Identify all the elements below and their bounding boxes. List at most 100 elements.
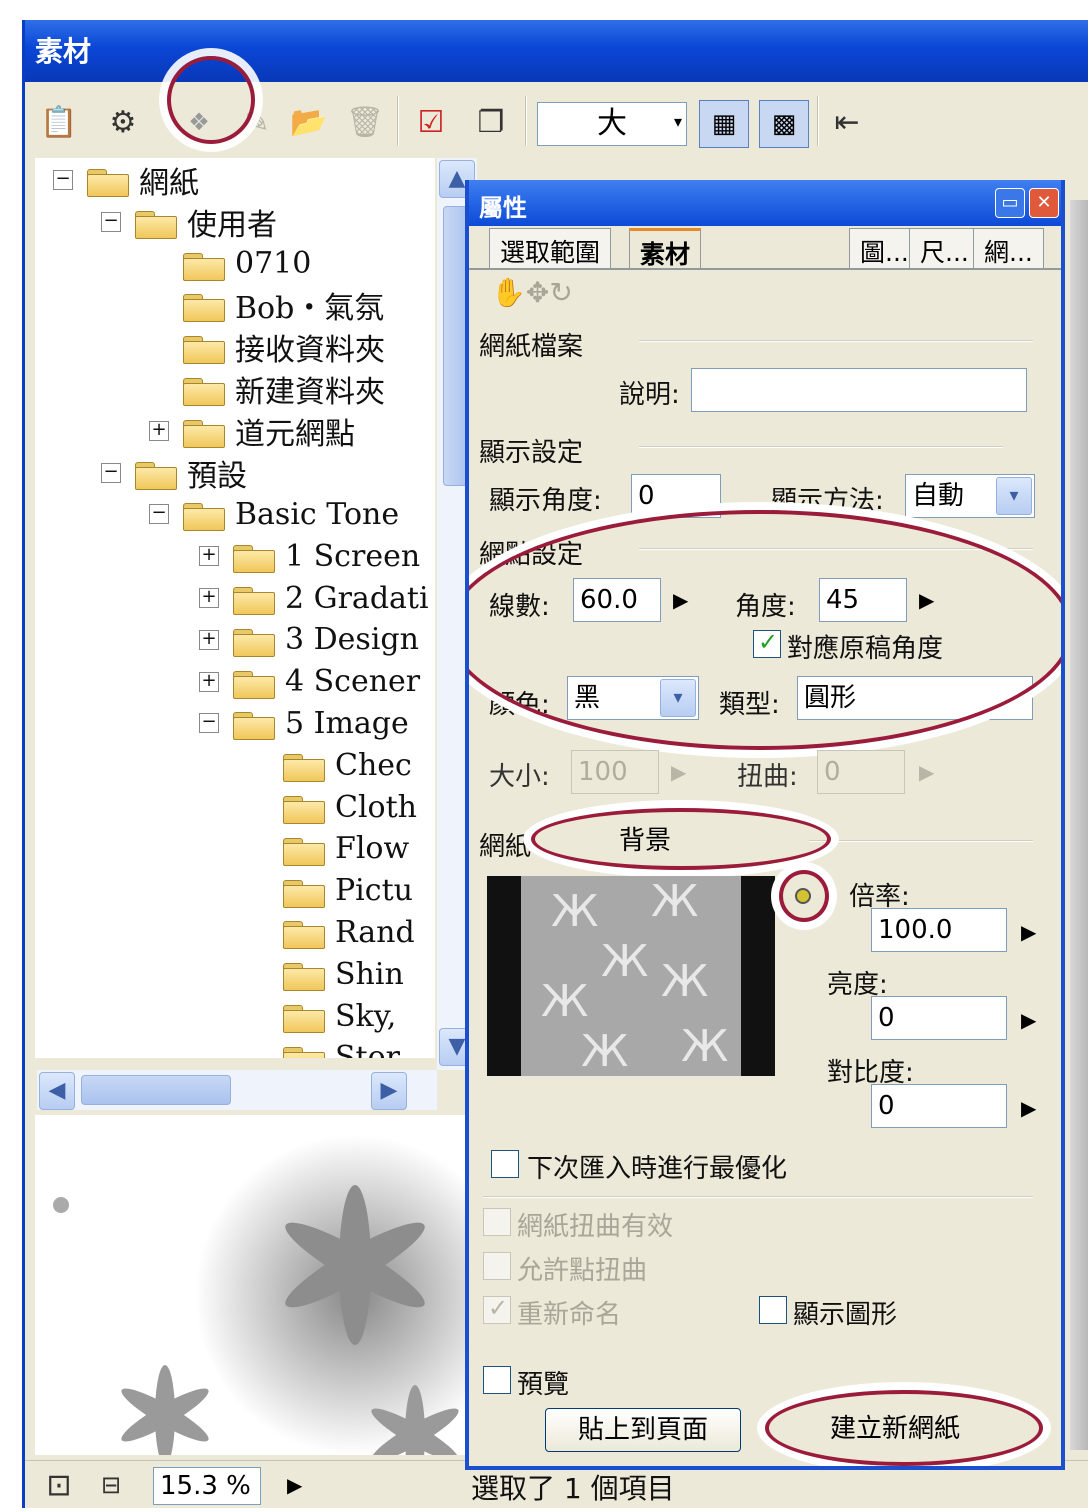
tree-horizontal-scrollbar[interactable]: ◀ ▶ bbox=[37, 1070, 437, 1110]
fit-icon[interactable]: ⊡ bbox=[39, 1465, 79, 1505]
tab-underline bbox=[469, 268, 1061, 270]
list-view-button[interactable]: ▦ bbox=[699, 100, 749, 148]
close-icon[interactable]: ✕ bbox=[1029, 188, 1059, 218]
check-icon[interactable]: ☑ bbox=[409, 100, 453, 144]
tree-item[interactable]: Rand bbox=[249, 912, 415, 952]
collapse-icon[interactable]: − bbox=[101, 462, 121, 483]
panel-toggle-icon[interactable]: ⇤ bbox=[825, 100, 869, 144]
transform-icons: ✋✥↻ bbox=[491, 276, 573, 309]
display-method-value: 自動 bbox=[912, 481, 965, 511]
delete-icon[interactable]: 🗑 bbox=[343, 100, 387, 144]
scroll-thumb-h[interactable] bbox=[81, 1075, 231, 1105]
tree-item-label: 1 Screen bbox=[285, 538, 421, 574]
tree-item[interactable]: 0710 bbox=[149, 244, 311, 284]
collapse-icon[interactable]: − bbox=[53, 170, 73, 190]
tree-item[interactable]: Shin bbox=[249, 954, 404, 994]
minimize-icon[interactable]: ▭ bbox=[995, 188, 1025, 218]
tree-item[interactable]: Bob・氣氛 bbox=[149, 285, 384, 326]
optimize-checkbox[interactable] bbox=[491, 1150, 519, 1178]
contrast-arrow-icon[interactable]: ▶ bbox=[1021, 1096, 1036, 1120]
tree-item-label: Pictu bbox=[335, 873, 413, 909]
toolbar-separator bbox=[525, 96, 527, 146]
tree-item[interactable]: 新建資料夾 bbox=[149, 369, 385, 410]
copy-icon[interactable]: ❐ bbox=[469, 100, 513, 144]
brightness-input[interactable]: 0 bbox=[871, 996, 1007, 1040]
display-method-select[interactable]: 自動 ▾ bbox=[905, 474, 1035, 518]
section-display: 顯示設定 bbox=[479, 438, 584, 468]
tab-tone[interactable]: 網... bbox=[973, 228, 1044, 268]
tree-item[interactable]: − Basic Tone bbox=[149, 494, 399, 534]
list-view-icon: ▦ bbox=[711, 109, 737, 139]
flower-preview-image bbox=[53, 1135, 475, 1455]
tone-preview-area bbox=[35, 1115, 475, 1455]
collapse-icon[interactable]: − bbox=[199, 713, 219, 734]
scroll-left-icon[interactable]: ◀ bbox=[39, 1072, 75, 1110]
paste-icon[interactable]: 📋 bbox=[37, 100, 81, 144]
tree-item[interactable]: Flow bbox=[249, 829, 409, 869]
tree-item[interactable]: +3 Design bbox=[199, 620, 419, 660]
tree-item[interactable]: +1 Screen bbox=[199, 536, 420, 576]
thumbnail-view-button[interactable]: ▩ bbox=[759, 100, 809, 148]
divider bbox=[483, 1196, 1033, 1198]
tree-item[interactable]: Sky, bbox=[249, 996, 396, 1036]
expand-icon[interactable]: + bbox=[199, 588, 219, 608]
tree-item-label: 新建資料夾 bbox=[235, 375, 385, 410]
expand-icon[interactable]: + bbox=[199, 671, 219, 692]
tree-item-label: 網紙 bbox=[139, 166, 199, 201]
allow-distort-checkbox bbox=[483, 1252, 511, 1280]
paste-to-page-button[interactable]: 貼上到頁面 bbox=[545, 1408, 741, 1452]
optimize-label: 下次匯入時進行最優化 bbox=[527, 1154, 788, 1184]
tree-item[interactable]: +4 Scener bbox=[199, 662, 420, 702]
tree-item[interactable]: Chec bbox=[249, 745, 412, 785]
tree-item[interactable]: Stor bbox=[249, 1038, 400, 1058]
tab-material[interactable]: 素材 bbox=[629, 228, 702, 269]
properties-panel: 屬性 ▭ ✕ 選取範圍 素材 圖... 尺... 網... ✋✥↻ 網紙檔案 說… bbox=[465, 180, 1065, 1470]
collapse-icon[interactable]: − bbox=[149, 504, 169, 525]
tab-ruler[interactable]: 尺... bbox=[909, 228, 980, 268]
rate-arrow-icon[interactable]: ▶ bbox=[1021, 920, 1036, 944]
thumbnail-view-icon: ▩ bbox=[771, 109, 797, 139]
expand-icon[interactable]: + bbox=[199, 546, 219, 567]
material-tree[interactable]: − 網紙 − 使用者 0710 Bob・氣氛 接收資料夾 新建資料夾 + 道元網點 − 預設 − Basi… bbox=[35, 158, 435, 1058]
toolbar-separator bbox=[397, 96, 399, 146]
tree-item[interactable]: Pictu bbox=[249, 871, 413, 911]
expand-icon[interactable]: + bbox=[149, 420, 169, 441]
tree-item[interactable]: − 網紙 bbox=[53, 160, 199, 201]
collapse-icon[interactable]: − bbox=[101, 211, 121, 232]
tree-item-label: Basic Tone bbox=[235, 496, 400, 532]
folder-icon bbox=[283, 959, 325, 992]
tab-selection[interactable]: 選取範圍 bbox=[489, 228, 612, 268]
preview-checkbox[interactable] bbox=[483, 1366, 511, 1394]
rate-input[interactable]: 100.0 bbox=[871, 908, 1007, 952]
tree-item-label: 5 Image bbox=[285, 705, 409, 741]
thumb-border-left bbox=[487, 876, 521, 1076]
allow-distort-label: 允許點扭曲 bbox=[517, 1256, 648, 1286]
gear-icon[interactable]: ⚙ bbox=[101, 100, 145, 144]
distort-label: 網紙扭曲有效 bbox=[517, 1212, 674, 1242]
expand-icon[interactable]: + bbox=[199, 629, 219, 650]
desc-input[interactable] bbox=[691, 368, 1027, 412]
tree-item[interactable]: − 使用者 bbox=[101, 202, 277, 243]
tree-item[interactable]: Cloth bbox=[249, 787, 417, 827]
brightness-arrow-icon[interactable]: ▶ bbox=[1021, 1008, 1036, 1032]
folder-icon bbox=[283, 834, 325, 866]
tree-item[interactable]: − 預設 bbox=[101, 453, 247, 494]
svg-text:Ж: Ж bbox=[581, 1026, 628, 1076]
zoom-arrow-icon[interactable]: ▶ bbox=[287, 1473, 302, 1497]
tone-pattern-image: Ж ЖЖ Ж ЖЖ Ж bbox=[541, 876, 728, 1076]
zoom-out-icon[interactable]: ⊟ bbox=[91, 1465, 131, 1505]
show-shape-checkbox[interactable] bbox=[759, 1296, 787, 1324]
tree-item[interactable]: + 道元網點 bbox=[149, 411, 355, 452]
folder-open-icon[interactable]: 📂 bbox=[287, 100, 331, 144]
zoom-field[interactable]: 15.3 % bbox=[153, 1467, 261, 1505]
contrast-input[interactable]: 0 bbox=[871, 1084, 1007, 1128]
svg-text:Ж: Ж bbox=[681, 1021, 728, 1072]
scroll-right-icon[interactable]: ▶ bbox=[371, 1072, 407, 1110]
tree-item[interactable]: − 5 Image bbox=[199, 703, 409, 743]
tree-item[interactable]: 接收資料夾 bbox=[149, 327, 385, 368]
folder-icon bbox=[233, 625, 275, 657]
tree-item[interactable]: +2 Gradati bbox=[199, 578, 429, 618]
folder-icon bbox=[87, 165, 129, 197]
thumbnail-size-select[interactable]: 大 ▾ bbox=[537, 102, 687, 146]
properties-title: 屬性 bbox=[469, 180, 1061, 226]
